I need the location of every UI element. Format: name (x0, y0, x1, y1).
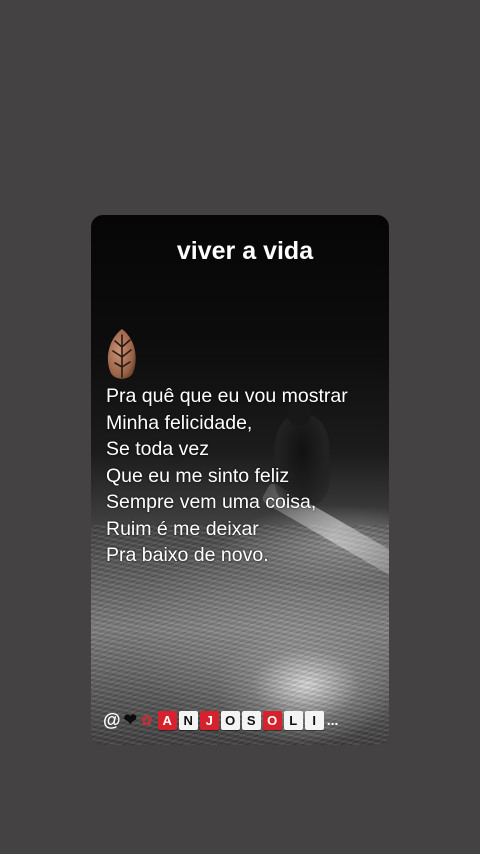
at-symbol: @ (103, 709, 121, 730)
lyrics-text: Pra quê que eu vou mostrar Minha felicid… (106, 383, 379, 569)
letter-tile: O (220, 710, 240, 730)
lyric-line: Pra baixo de novo. (106, 544, 269, 566)
letter-tile: J (199, 710, 219, 730)
letter-tile: N (178, 710, 198, 730)
heart-icon: ❤ (123, 712, 137, 729)
story-card[interactable]: viver a vida Pra quê que eu vou mostrar … (91, 215, 389, 745)
post-title: viver a vida (176, 237, 314, 265)
lyric-line: Minha felicidade, (106, 411, 253, 434)
letter-tile: I (304, 710, 324, 730)
leaf-icon (107, 329, 136, 379)
lyric-line: Se toda vez (106, 438, 209, 460)
lyric-line: Que eu me sinto feliz (106, 464, 290, 487)
letter-tile: S (241, 710, 261, 730)
rose-icon: ✿ (140, 711, 153, 728)
letter-tile: L (283, 710, 303, 730)
lyric-line: Sempre vem uma coisa, (106, 491, 317, 513)
truncation-ellipsis: ... (326, 712, 339, 728)
lyric-line: Pra quê que eu vou mostrar (106, 385, 348, 407)
letter-tile: A (157, 710, 177, 730)
author-credit[interactable]: @ ❤ ✿ A N J O S O L I ... (103, 709, 379, 731)
lyric-line: Ruim é me deixar (106, 517, 259, 540)
letter-tile: O (262, 710, 282, 730)
